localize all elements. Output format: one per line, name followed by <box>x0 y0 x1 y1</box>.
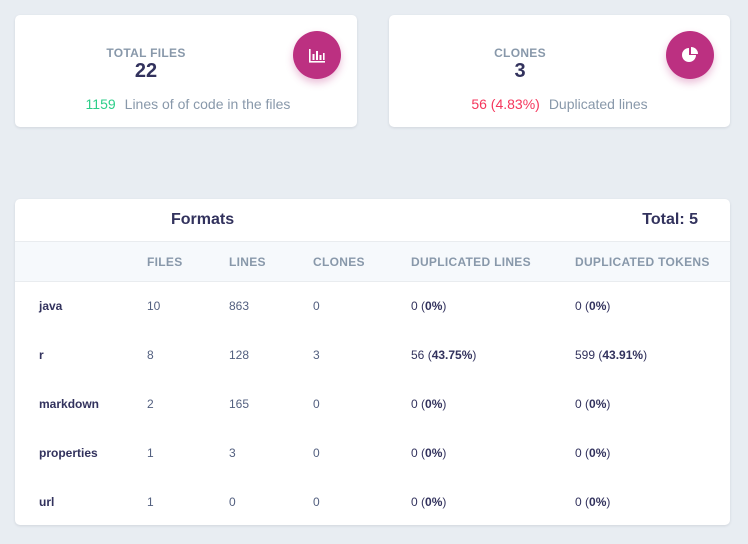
table-row: properties 1 3 0 0 (0%) 0 (0%) <box>15 429 730 478</box>
lines-cell: 128 <box>229 348 250 362</box>
pie-chart-icon <box>666 31 714 79</box>
lines-cell: 165 <box>229 397 250 411</box>
table-row: markdown 2 165 0 0 (0%) 0 (0%) <box>15 380 730 429</box>
format-name: url <box>39 495 55 509</box>
duplicated-tokens-cell: 0 (0%) <box>575 446 611 460</box>
table-row: java 10 863 0 0 (0%) 0 (0%) <box>15 282 730 331</box>
duplicated-tokens-cell: 0 (0%) <box>575 495 611 509</box>
files-cell: 10 <box>147 299 161 314</box>
files-cell: 8 <box>147 348 154 362</box>
lines-cell: 0 <box>229 495 236 509</box>
duplicated-lines-cell: 0 (0%) <box>411 495 447 509</box>
clones-cell: 0 <box>313 299 320 314</box>
formats-total: Total: 5 <box>642 211 698 228</box>
files-cell: 2 <box>147 397 154 411</box>
clones-card: CLONES 3 56 (4.83%) Duplicated lines <box>389 15 730 127</box>
column-header-format <box>15 241 147 282</box>
duplicated-tokens-cell: 0 (0%) <box>575 397 611 411</box>
format-name: java <box>39 299 63 314</box>
table-row: r 8 128 3 56 (43.75%) 599 (43.91%) <box>15 331 730 380</box>
format-name: properties <box>39 446 98 460</box>
clones-cell: 0 <box>313 446 320 460</box>
total-files-card: TOTAL FILES 22 1159 Lines of of code in t… <box>15 15 357 127</box>
clones-cell: 0 <box>313 495 320 509</box>
lines-of-code-label: Lines of of code in the files <box>124 96 291 112</box>
files-cell: 1 <box>147 446 154 460</box>
lines-of-code-count: 1159 <box>85 96 116 112</box>
format-name: markdown <box>39 397 100 411</box>
column-header-duplicated-lines: DUPLICATED LINES <box>411 241 575 282</box>
formats-card: Formats Total: 5 FILES LINES CLONES DUPL… <box>15 199 730 525</box>
lines-of-code-summary: 1159 Lines of of code in the files <box>15 96 357 112</box>
formats-table: FILES LINES CLONES DUPLICATED LINES DUPL… <box>15 241 730 525</box>
column-header-lines: LINES <box>229 241 313 282</box>
formats-header: Formats Total: 5 <box>15 199 730 241</box>
bar-chart-icon <box>293 31 341 79</box>
lines-cell: 3 <box>229 446 236 460</box>
duplicated-lines-cell: 0 (0%) <box>411 397 447 411</box>
clones-cell: 3 <box>313 348 320 362</box>
clones-cell: 0 <box>313 397 320 411</box>
total-files-title: TOTAL FILES <box>106 46 186 60</box>
duplicated-lines-cell: 0 (0%) <box>411 299 447 314</box>
clones-title: CLONES <box>494 46 546 60</box>
table-row: url 1 0 0 0 (0%) 0 (0%) <box>15 478 730 526</box>
duplicated-lines-cell: 0 (0%) <box>411 446 447 460</box>
clones-value: 3 <box>514 60 526 82</box>
total-files-value: 22 <box>134 60 158 82</box>
lines-cell: 863 <box>229 299 250 314</box>
duplicated-lines-label: Duplicated lines <box>548 96 648 112</box>
formats-title: Formats <box>171 211 235 228</box>
duplicated-lines-count: 56 (4.83%) <box>471 96 540 112</box>
duplicated-tokens-cell: 599 (43.91%) <box>575 348 648 362</box>
format-name: r <box>39 348 44 362</box>
duplicated-tokens-cell: 0 (0%) <box>575 299 611 314</box>
column-header-files: FILES <box>147 241 229 282</box>
table-header-row: FILES LINES CLONES DUPLICATED LINES DUPL… <box>15 241 730 282</box>
column-header-clones: CLONES <box>313 241 411 282</box>
duplicated-lines-summary: 56 (4.83%) Duplicated lines <box>389 96 730 112</box>
column-header-duplicated-tokens: DUPLICATED TOKENS <box>575 241 730 282</box>
duplicated-lines-cell: 56 (43.75%) <box>411 348 477 362</box>
files-cell: 1 <box>147 495 154 509</box>
